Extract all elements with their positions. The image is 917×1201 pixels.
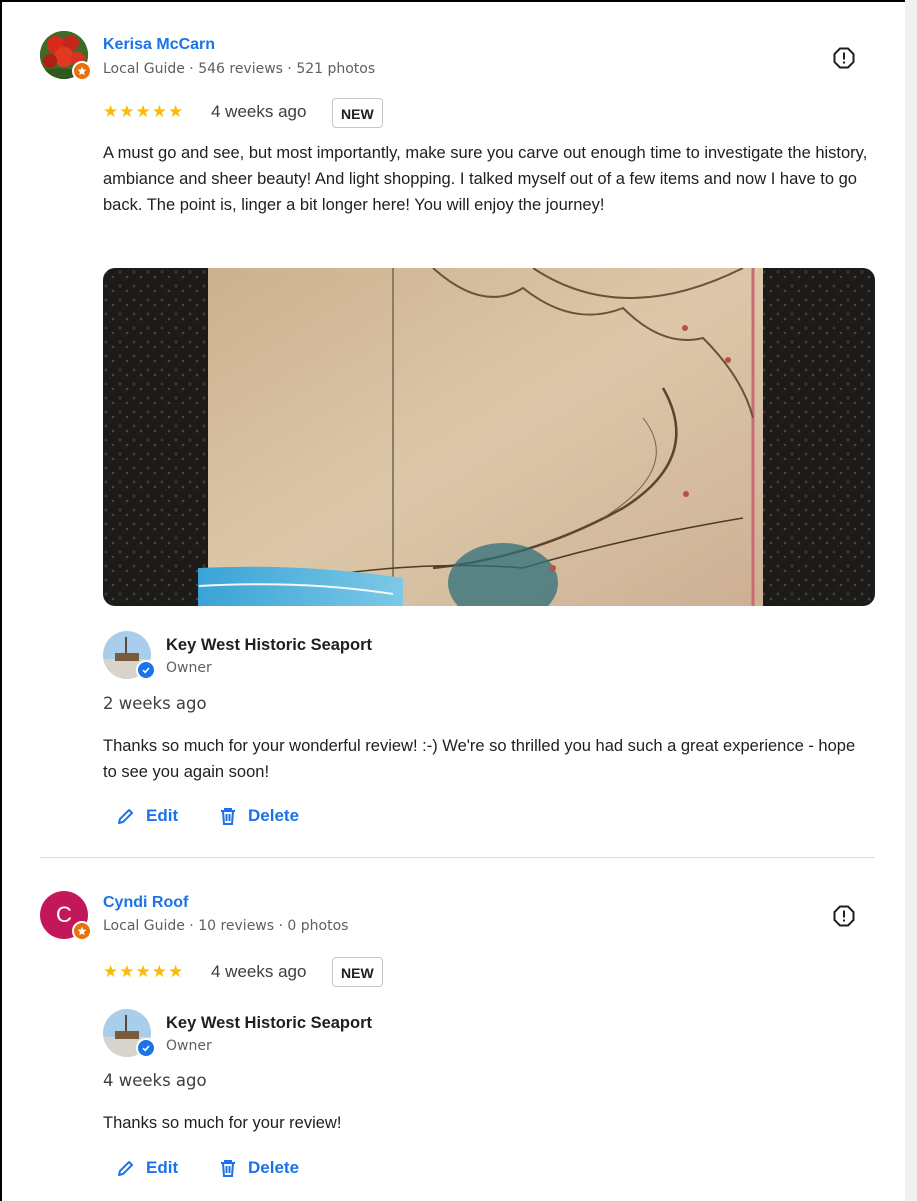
reviewer-name[interactable]: Kerisa McCarn bbox=[103, 36, 215, 54]
edit-label: Edit bbox=[146, 1158, 179, 1177]
verified-badge-icon bbox=[136, 660, 156, 680]
delete-button[interactable]: Delete bbox=[218, 806, 299, 826]
review-card: Kerisa McCarn Local Guide · 546 reviews … bbox=[40, 0, 875, 850]
owner-name[interactable]: Key West Historic Seaport bbox=[166, 636, 372, 655]
review-text: A must go and see, but most importantly,… bbox=[103, 144, 868, 214]
edit-button[interactable]: Edit bbox=[116, 806, 178, 826]
edit-pencil-icon bbox=[118, 1161, 133, 1176]
new-badge: NEW bbox=[332, 98, 383, 128]
edit-pencil-icon bbox=[118, 809, 133, 824]
flag-icon[interactable] bbox=[833, 47, 855, 69]
star-rating: ★★★★★ bbox=[103, 102, 185, 121]
scrollbar-track[interactable] bbox=[905, 0, 917, 1201]
edit-label: Edit bbox=[146, 806, 179, 825]
delete-label: Delete bbox=[248, 1158, 300, 1177]
review-time: 4 weeks ago bbox=[211, 102, 307, 121]
edit-button[interactable]: Edit bbox=[116, 1158, 178, 1178]
reviewer-meta: Local Guide · 546 reviews · 521 photos bbox=[103, 61, 376, 77]
owner-role: Owner bbox=[166, 660, 212, 676]
reply-time: 2 weeks ago bbox=[103, 694, 207, 713]
delete-label: Delete bbox=[248, 806, 300, 825]
review-photo[interactable] bbox=[103, 268, 875, 606]
delete-trash-icon bbox=[221, 1160, 235, 1177]
delete-trash-icon bbox=[221, 808, 235, 825]
local-guide-badge-icon bbox=[72, 61, 92, 81]
delete-button[interactable]: Delete bbox=[218, 1158, 299, 1178]
reply-text: Thanks so much for your wonderful review… bbox=[103, 737, 856, 781]
review-divider bbox=[40, 857, 875, 858]
